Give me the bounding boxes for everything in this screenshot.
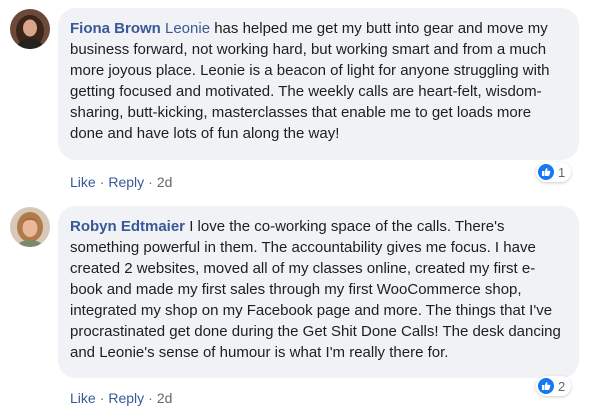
timestamp[interactable]: 2d	[157, 390, 173, 406]
comment-bubble: Robyn Edtmaier I love the co-working spa…	[58, 206, 579, 378]
like-link[interactable]: Like	[70, 390, 96, 406]
like-link[interactable]: Like	[70, 174, 96, 190]
reply-link[interactable]: Reply	[108, 174, 144, 190]
like-reaction-icon	[538, 378, 554, 394]
reaction-summary[interactable]: 2	[536, 376, 572, 396]
comment-author[interactable]: Robyn Edtmaier	[70, 218, 185, 235]
comment-actions: Like · Reply · 2d	[70, 390, 173, 406]
mention-link[interactable]: Leonie	[165, 20, 210, 37]
avatar[interactable]	[10, 9, 50, 49]
reaction-count: 2	[558, 378, 566, 394]
avatar-image-fiona	[10, 9, 50, 49]
reaction-summary[interactable]: 1	[536, 162, 572, 182]
comment-author[interactable]: Fiona Brown	[70, 20, 161, 37]
comment-text: has helped me get my butt into gear and …	[70, 20, 550, 142]
comment-actions: Like · Reply · 2d	[70, 174, 173, 190]
reply-link[interactable]: Reply	[108, 390, 144, 406]
comment-bubble: Fiona Brown Leonie has helped me get my …	[58, 8, 579, 160]
timestamp[interactable]: 2d	[157, 174, 173, 190]
like-reaction-icon	[538, 164, 554, 180]
avatar-image-robyn	[10, 207, 50, 247]
avatar[interactable]	[10, 207, 50, 247]
comment-text: I love the co-working space of the calls…	[70, 218, 561, 361]
reaction-count: 1	[558, 164, 566, 180]
